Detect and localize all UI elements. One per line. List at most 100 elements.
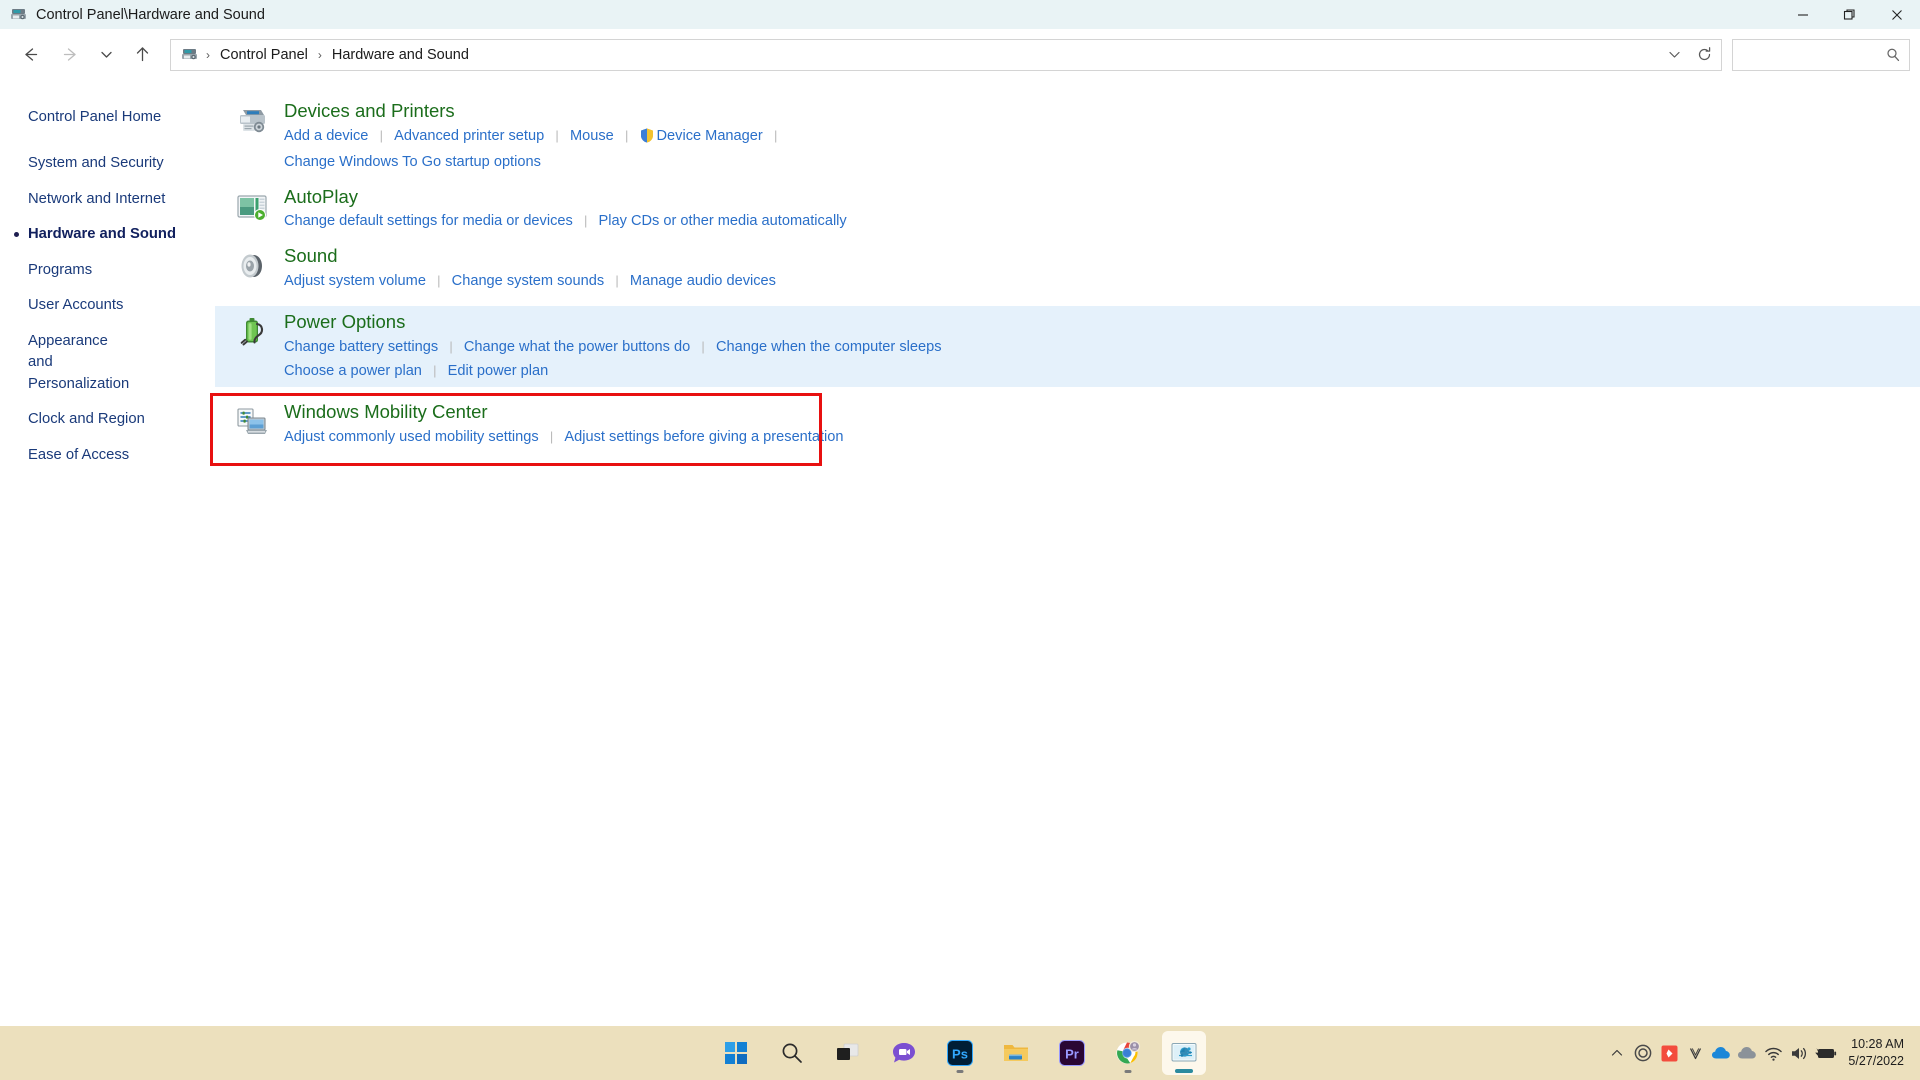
category-sound: Sound Adjust system volume | Change syst… — [215, 245, 1920, 292]
content-area: Control Panel Home System and Security N… — [0, 80, 1920, 1026]
link-adjust-commonly-used-mobility-settings[interactable]: Adjust commonly used mobility settings — [284, 429, 539, 445]
svg-text:Ps: Ps — [952, 1047, 968, 1062]
svg-text:Pr: Pr — [1065, 1047, 1079, 1062]
task-view-icon[interactable] — [826, 1031, 870, 1075]
sidebar-item-system-and-security[interactable]: System and Security — [0, 146, 215, 181]
link-device-manager[interactable]: Device Manager — [657, 128, 763, 144]
category-title-windows-mobility-center[interactable]: Windows Mobility Center — [284, 401, 488, 424]
address-bar-control-panel-icon — [179, 45, 199, 65]
category-body: AutoPlay Change default settings for med… — [276, 186, 847, 233]
window-title: Control Panel\Hardware and Sound — [36, 6, 265, 23]
category-links-row: Add a device | Advanced printer setup | … — [284, 124, 784, 150]
window-controls — [1779, 0, 1920, 29]
show-hidden-icons-chevron-icon[interactable] — [1604, 1033, 1630, 1073]
link-separator: | — [437, 272, 441, 288]
search-input[interactable] — [1741, 46, 1885, 63]
volume-icon[interactable] — [1786, 1033, 1812, 1073]
link-change-when-the-computer-sleeps[interactable]: Change when the computer sleeps — [716, 339, 942, 355]
sidebar-item-appearance-and-personalization[interactable]: Appearance and Personalization — [0, 324, 129, 402]
link-manage-audio-devices[interactable]: Manage audio devices — [630, 273, 776, 289]
category-links-row: Adjust commonly used mobility settings |… — [284, 425, 844, 449]
battery-icon — [228, 311, 276, 355]
onedrive-personal-icon[interactable] — [1708, 1033, 1734, 1073]
link-separator: | — [379, 127, 383, 143]
category-title-power-options[interactable]: Power Options — [284, 311, 405, 334]
system-tray: 10:28 AM 5/27/2022 — [1604, 1026, 1910, 1080]
sidebar-item-clock-and-region[interactable]: Clock and Region — [0, 402, 215, 437]
category-body: Sound Adjust system volume | Change syst… — [276, 245, 776, 292]
taskbar-app-area: Ps Pr — [714, 1031, 1206, 1075]
forward-button[interactable] — [50, 37, 90, 73]
link-advanced-printer-setup[interactable]: Advanced printer setup — [394, 128, 544, 144]
category-list: Devices and Printers Add a device | Adva… — [210, 80, 1920, 1026]
sidebar-item-ease-of-access[interactable]: Ease of Access — [0, 438, 215, 473]
breadcrumb-separator-1: › — [206, 47, 210, 62]
file-explorer-icon[interactable] — [994, 1031, 1038, 1075]
printer-icon — [228, 100, 276, 144]
up-button[interactable] — [122, 37, 162, 73]
category-title-sound[interactable]: Sound — [284, 245, 338, 268]
chat-icon[interactable] — [882, 1031, 926, 1075]
address-bar[interactable]: › Control Panel › Hardware and Sound — [170, 38, 1722, 71]
category-windows-mobility-center: Windows Mobility Center Adjust commonly … — [215, 401, 1920, 448]
link-separator: | — [624, 127, 629, 143]
breadcrumb-hardware-and-sound[interactable]: Hardware and Sound — [329, 45, 472, 65]
express-vpn-icon[interactable] — [1656, 1033, 1682, 1073]
wifi-icon[interactable] — [1760, 1033, 1786, 1073]
photoshop-icon[interactable]: Ps — [938, 1031, 982, 1075]
back-button[interactable] — [10, 37, 50, 73]
refresh-button[interactable] — [1689, 41, 1719, 69]
link-separator: | — [555, 127, 559, 143]
search-box[interactable] — [1732, 38, 1910, 71]
start-button[interactable] — [714, 1031, 758, 1075]
clock-date: 5/27/2022 — [1848, 1054, 1904, 1068]
onedrive-work-icon[interactable] — [1734, 1033, 1760, 1073]
category-body: Power Options Change battery settings | … — [276, 311, 942, 382]
breadcrumb-control-panel[interactable]: Control Panel — [217, 45, 311, 65]
link-choose-a-power-plan[interactable]: Choose a power plan — [284, 363, 422, 379]
link-adjust-settings-before-giving-a-presentation[interactable]: Adjust settings before giving a presenta… — [564, 429, 843, 445]
link-add-a-device[interactable]: Add a device — [284, 128, 368, 144]
control-panel-icon — [9, 6, 27, 24]
category-links-row: Change battery settings | Change what th… — [284, 335, 942, 359]
sidebar-item-hardware-and-sound[interactable]: Hardware and Sound — [0, 217, 215, 252]
clock-time: 10:28 AM — [1851, 1037, 1904, 1052]
chrome-icon[interactable] — [1106, 1031, 1150, 1075]
link-separator: | — [773, 127, 778, 143]
battery-charging-icon[interactable] — [1812, 1033, 1838, 1073]
creative-cloud-icon[interactable] — [1630, 1033, 1656, 1073]
control-panel-taskbar-icon[interactable] — [1162, 1031, 1206, 1075]
active-indicator — [1175, 1069, 1193, 1073]
category-links-row: Change Windows To Go startup options — [284, 150, 784, 174]
sidebar-item-user-accounts[interactable]: User Accounts — [0, 288, 215, 323]
link-separator: | — [549, 429, 554, 445]
link-change-battery-settings[interactable]: Change battery settings — [284, 339, 438, 355]
search-taskbar-icon[interactable] — [770, 1031, 814, 1075]
category-title-devices-and-printers[interactable]: Devices and Printers — [284, 100, 455, 123]
running-indicator — [1124, 1070, 1132, 1073]
vmware-icon[interactable] — [1682, 1033, 1708, 1073]
category-power-options: Power Options Change battery settings | … — [215, 306, 1920, 388]
clock[interactable]: 10:28 AM 5/27/2022 — [1848, 1036, 1904, 1070]
category-devices-and-printers: Devices and Printers Add a device | Adva… — [215, 100, 1920, 174]
sidebar-item-control-panel-home[interactable]: Control Panel Home — [0, 100, 215, 135]
link-change-default-settings-for-media-or-devices[interactable]: Change default settings for media or dev… — [284, 213, 573, 229]
category-title-autoplay[interactable]: AutoPlay — [284, 186, 358, 209]
sidebar-item-network-and-internet[interactable]: Network and Internet — [0, 182, 215, 217]
link-change-system-sounds[interactable]: Change system sounds — [452, 273, 605, 289]
sidebar-item-programs[interactable]: Programs — [0, 253, 215, 288]
maximize-restore-button[interactable] — [1826, 0, 1873, 29]
link-change-windows-to-go-startup-options[interactable]: Change Windows To Go startup options — [284, 154, 541, 170]
previous-locations-dropdown[interactable] — [1659, 41, 1689, 69]
link-edit-power-plan[interactable]: Edit power plan — [448, 363, 549, 379]
link-mouse[interactable]: Mouse — [570, 128, 614, 144]
recent-locations-button[interactable] — [90, 37, 122, 73]
close-button[interactable] — [1873, 0, 1920, 29]
link-play-cds-or-other-media-automatically[interactable]: Play CDs or other media automatically — [599, 213, 847, 229]
premiere-pro-icon[interactable]: Pr — [1050, 1031, 1094, 1075]
minimize-button[interactable] — [1779, 0, 1826, 29]
category-links-row: Choose a power plan | Edit power plan — [284, 359, 942, 383]
link-change-what-the-power-buttons-do[interactable]: Change what the power buttons do — [464, 339, 690, 355]
link-adjust-system-volume[interactable]: Adjust system volume — [284, 273, 426, 289]
speaker-icon — [228, 245, 276, 289]
